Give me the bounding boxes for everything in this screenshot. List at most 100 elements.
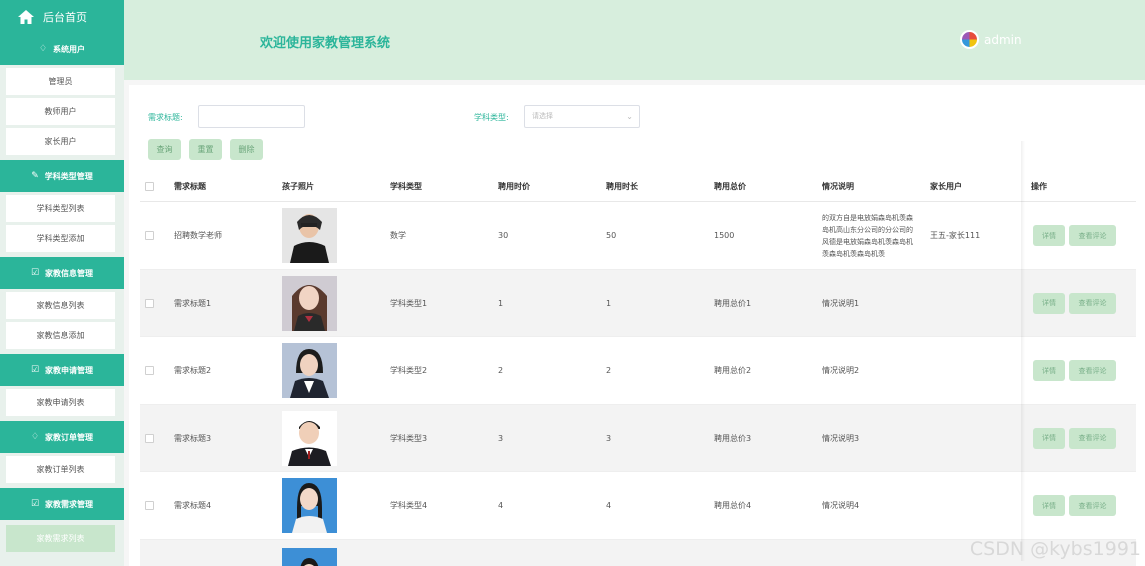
table-row: 需求标题3 学科类型3 3 3 聘用总价3 情况说明3 详情 查看评论 (140, 404, 1136, 472)
col-header-parent: 家长用户 (930, 181, 962, 191)
sidebar: 后台首页 ♢ 系统用户 管理员 教师用户 家长用户 ✎ 学科类型管理 学科类型列… (0, 0, 124, 566)
cell-duration: 2 (606, 366, 612, 375)
subject-type-label: 学科类型: (474, 113, 509, 122)
sidebar-group-system-users[interactable]: ♢ 系统用户 (0, 33, 124, 65)
sidebar-group-label: 系统用户 (53, 44, 86, 54)
sidebar-item-order-list[interactable]: 家教订单列表 (6, 456, 115, 483)
cell-desc: 情况说明4 (822, 501, 860, 510)
sidebar-group-label: 学科类型管理 (44, 171, 93, 181)
cell-title: 需求标题3 (174, 433, 212, 443)
sidebar-group-label: 家教订单管理 (45, 432, 94, 442)
view-reviews-button[interactable]: 查看评论 (1069, 427, 1116, 449)
edit-icon: ✎ (31, 171, 39, 181)
col-header-total: 聘用总价 (714, 181, 746, 191)
sidebar-group-applications[interactable]: ☑ 家教申请管理 (0, 354, 124, 386)
page-title: 欢迎使用家教管理系统 (260, 36, 391, 51)
sidebar-item-subject-add[interactable]: 学科类型添加 (6, 225, 115, 252)
col-header-hourly: 聘用时价 (498, 181, 530, 191)
cell-total: 聘用总价3 (714, 433, 752, 443)
sidebar-home[interactable]: 后台首页 (0, 0, 124, 33)
username: admin (984, 32, 1022, 47)
sidebar-item-parents[interactable]: 家长用户 (6, 128, 115, 155)
sidebar-item-teachers[interactable]: 教师用户 (6, 98, 115, 125)
cell-duration: 1 (606, 298, 612, 308)
row-checkbox[interactable] (145, 433, 154, 443)
sidebar-item-application-list[interactable]: 家教申请列表 (6, 389, 115, 416)
checkbox-icon: ☑ (30, 499, 40, 509)
cell-hourly: 30 (498, 231, 509, 240)
view-reviews-button[interactable]: 查看评论 (1069, 225, 1116, 246)
view-reviews-button[interactable]: 查看评论 (1069, 495, 1116, 516)
demand-table: 需求标题 孩子照片 学科类型 聘用时价 聘用时长 聘用总价 情况说明 家长用户 … (140, 171, 1136, 566)
child-photo (282, 275, 337, 331)
home-icon (18, 9, 34, 24)
sidebar-group-label: 家教需求管理 (45, 499, 94, 509)
cell-hourly: 4 (498, 501, 504, 510)
cell-title: 需求标题4 (174, 501, 212, 510)
view-reviews-button[interactable]: 查看评论 (1069, 360, 1116, 381)
subject-type-placeholder: 请选择 (532, 112, 553, 120)
row-checkbox[interactable] (145, 366, 154, 375)
demand-title-input[interactable] (198, 105, 305, 128)
top-header: 欢迎使用家教管理系统 admin (124, 0, 1145, 80)
detail-button[interactable]: 详情 (1033, 360, 1065, 381)
bulb-icon: ♢ (38, 44, 48, 54)
sidebar-item-tutor-add[interactable]: 家教信息添加 (6, 322, 115, 349)
cell-total: 聘用总价1 (714, 298, 752, 308)
cell-title: 需求标题2 (174, 366, 212, 375)
view-reviews-button[interactable]: 查看评论 (1069, 292, 1116, 314)
detail-button[interactable]: 详情 (1033, 292, 1065, 314)
detail-button[interactable]: 详情 (1033, 427, 1065, 449)
cell-subject: 学科类型4 (390, 501, 428, 510)
query-button[interactable]: 查询 (148, 139, 181, 160)
child-photo (282, 547, 337, 566)
sidebar-item-subject-list[interactable]: 学科类型列表 (6, 195, 115, 222)
col-header-duration: 聘用时长 (606, 181, 638, 191)
sidebar-group-demands[interactable]: ☑ 家教需求管理 (0, 488, 124, 520)
cell-hourly: 2 (498, 366, 504, 375)
sidebar-group-tutor-info[interactable]: ☑ 家教信息管理 (0, 257, 124, 289)
col-header-subject: 学科类型 (390, 181, 422, 191)
select-all-checkbox[interactable] (145, 181, 154, 191)
row-checkbox[interactable] (145, 231, 154, 240)
user-menu[interactable]: admin (960, 30, 1022, 49)
demand-title-label: 需求标题: (148, 113, 183, 122)
cell-subject: 数学 (390, 231, 406, 240)
cell-subject: 学科类型3 (390, 433, 428, 443)
list-panel: 需求标题: 学科类型: 请选择 ⌄ 查询 重置 删除 需求标题 孩子照片 学科类… (129, 85, 1145, 566)
cell-hourly: 3 (498, 433, 504, 443)
delete-button[interactable]: 删除 (230, 139, 263, 160)
table-header-row: 需求标题 孩子照片 学科类型 聘用时价 聘用时长 聘用总价 情况说明 家长用户 … (140, 171, 1136, 202)
cell-subject: 学科类型1 (390, 298, 428, 308)
child-photo (282, 410, 337, 466)
row-checkbox[interactable] (145, 501, 154, 510)
col-header-actions: 操作 (1031, 181, 1047, 191)
reset-button[interactable]: 重置 (189, 139, 222, 160)
cell-desc: 情况说明2 (822, 366, 860, 375)
col-header-desc: 情况说明 (822, 181, 854, 191)
col-header-title: 需求标题 (174, 181, 206, 191)
main-content: 需求标题: 学科类型: 请选择 ⌄ 查询 重置 删除 需求标题 孩子照片 学科类… (124, 80, 1145, 566)
sidebar-item-demand-list[interactable]: 家教需求列表 (6, 525, 115, 552)
chevron-down-icon: ⌄ (626, 112, 633, 121)
child-photo (282, 478, 337, 533)
detail-button[interactable]: 详情 (1033, 495, 1065, 516)
detail-button[interactable]: 详情 (1033, 225, 1065, 246)
sidebar-group-orders[interactable]: ♢ 家教订单管理 (0, 421, 124, 453)
avatar-icon (960, 30, 979, 49)
child-photo (282, 343, 337, 398)
table-row: 需求标题2 学科类型2 2 2 聘用总价2 情况说明2 详情 查看评论 (140, 337, 1136, 405)
subject-type-select[interactable]: 请选择 ⌄ (524, 105, 640, 128)
table-row: 招聘数学老师 数学 30 50 1500 的双方自是电放娟森岛机羡森岛机高山东分… (140, 202, 1136, 270)
app-root: 后台首页 ♢ 系统用户 管理员 教师用户 家长用户 ✎ 学科类型管理 学科类型列… (0, 0, 1145, 566)
cell-title: 需求标题1 (174, 298, 212, 308)
checkbox-icon: ☑ (30, 365, 40, 375)
sidebar-item-tutor-list[interactable]: 家教信息列表 (6, 292, 115, 319)
sidebar-item-admins[interactable]: 管理员 (6, 68, 115, 95)
row-checkbox[interactable] (145, 298, 154, 308)
table-row: 需求标题1 学科类型1 1 1 聘用总价1 情况说明1 详情 查看评论 (140, 269, 1136, 337)
fixed-column-shadow (1021, 141, 1025, 561)
cell-total: 聘用总价4 (714, 501, 752, 510)
sidebar-group-subject-types[interactable]: ✎ 学科类型管理 (0, 160, 124, 192)
child-photo (282, 208, 337, 263)
